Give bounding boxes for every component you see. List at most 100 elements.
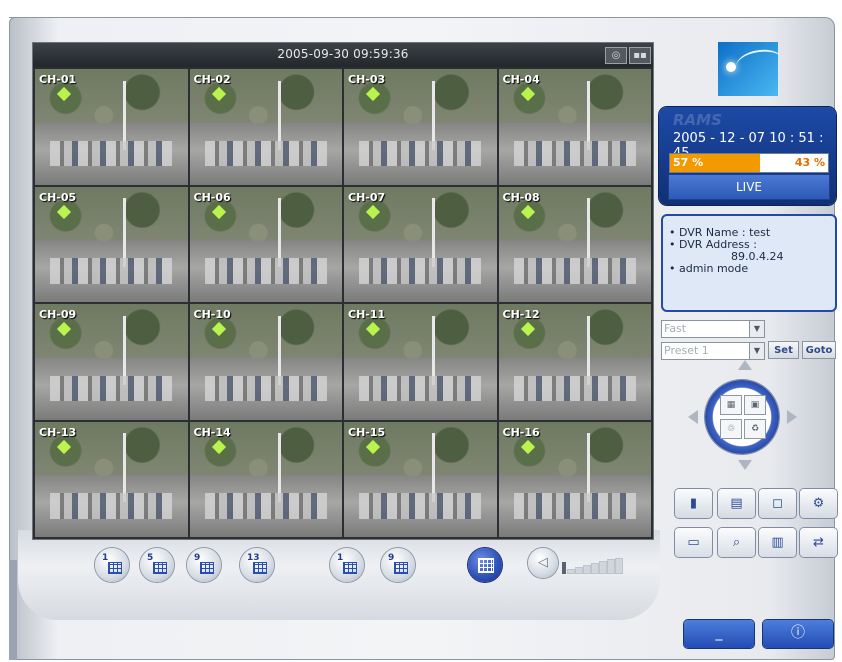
split-icon[interactable]: ▪▪ — [629, 47, 651, 64]
camera-marker-icon — [56, 86, 72, 102]
sequence-1-button[interactable]: 1 — [330, 548, 364, 582]
camera-cell[interactable]: CH-16 — [498, 421, 651, 537]
window-left-edge — [9, 560, 17, 660]
camera-marker-icon — [520, 204, 535, 219]
camera-icon[interactable]: ◎ — [605, 47, 627, 64]
camera-marker-icon — [520, 86, 535, 102]
ptz-dial: ▦ ▣ ♲ ♻ — [705, 380, 779, 454]
camera-cell[interactable]: CH-09 — [35, 304, 188, 420]
focus-near-icon[interactable]: ♲ — [720, 419, 742, 439]
channel-label: CH-16 — [502, 425, 540, 439]
ptz-right-icon[interactable] — [787, 410, 797, 424]
preset-select[interactable]: Preset 1 ▼ — [661, 342, 765, 360]
settings-icon[interactable]: ⚙ — [800, 489, 837, 518]
dvr-info-panel: • DVR Name : test • DVR Address : 89.0.4… — [661, 214, 837, 312]
export-icon[interactable]: ▤ — [718, 489, 755, 518]
watermark-text: RAMS — [673, 111, 722, 129]
network-icon[interactable]: ⇄ — [800, 528, 837, 557]
camera-cell[interactable]: CH-01 — [35, 69, 188, 185]
focus-far-icon[interactable]: ♻ — [744, 419, 766, 439]
split-13-button[interactable]: 13 — [240, 548, 274, 582]
camera-grid: CH-01 CH-02 CH-03 CH-04 CH-05 CH-06 CH-0… — [35, 69, 651, 537]
goto-button[interactable]: Goto — [802, 341, 836, 359]
zoom-out-icon[interactable]: ▣ — [744, 395, 766, 415]
sequence-9-button[interactable]: 9 — [381, 548, 415, 582]
split-9-button[interactable]: 9 — [187, 548, 221, 582]
channel-label: CH-12 — [502, 308, 540, 321]
playback-icon[interactable]: ▭ — [675, 528, 712, 557]
grid-icon — [394, 562, 408, 574]
status-panel: RAMS 2005 - 12 - 07 10 : 51 : 45 57 % 43… — [659, 107, 836, 205]
camera-marker-icon — [365, 204, 381, 219]
camera-marker-icon — [211, 321, 226, 337]
fullscreen-icon[interactable]: ◻ — [759, 489, 796, 518]
camera-cell[interactable]: CH-06 — [189, 186, 342, 302]
camera-cell[interactable]: CH-11 — [344, 304, 497, 420]
camera-marker-icon — [56, 439, 72, 454]
speed-value: Fast — [664, 322, 687, 335]
camera-marker-icon — [365, 439, 381, 454]
camera-marker-icon — [520, 439, 535, 454]
channel-label: CH-10 — [193, 308, 231, 321]
channel-label: CH-07 — [348, 190, 386, 204]
channel-label: CH-14 — [193, 425, 231, 439]
channel-label: CH-03 — [348, 73, 386, 86]
dvr-viewer-app: 2005-09-30 09:59:36 ◎ ▪▪ CH-01 CH-02 CH-… — [0, 0, 842, 662]
camera-cell[interactable]: CH-04 — [498, 69, 651, 185]
backup-icon[interactable]: ▥ — [759, 528, 796, 557]
camera-marker-icon — [211, 204, 226, 219]
camera-header: 2005-09-30 09:59:36 ◎ ▪▪ — [33, 43, 653, 67]
grid-icon — [153, 562, 167, 574]
live-button[interactable]: LIVE — [669, 175, 829, 199]
camera-datetime: 2005-09-30 09:59:36 — [277, 47, 409, 61]
camera-view: 2005-09-30 09:59:36 ◎ ▪▪ CH-01 CH-02 CH-… — [32, 42, 654, 540]
speed-select[interactable]: Fast ▼ — [661, 320, 765, 338]
volume-knob[interactable] — [562, 562, 566, 574]
window-top-edge — [9, 17, 99, 18]
grid-icon — [343, 562, 357, 574]
split-1-button[interactable]: 1 — [95, 548, 129, 582]
channel-label: CH-13 — [39, 425, 77, 439]
grid-16-icon — [478, 558, 494, 573]
channel-label: CH-02 — [193, 73, 231, 86]
camera-marker-icon — [365, 86, 381, 102]
channel-label: CH-04 — [502, 73, 540, 86]
chevron-down-icon: ▼ — [749, 321, 764, 337]
ptz-left-icon[interactable] — [688, 410, 698, 424]
camera-cell[interactable]: CH-10 — [189, 304, 342, 420]
camera-cell[interactable]: CH-03 — [344, 69, 497, 185]
zoom-in-icon[interactable]: ▦ — [720, 395, 742, 415]
split-5-button[interactable]: 5 — [140, 548, 174, 582]
ptz-down-icon[interactable] — [738, 460, 752, 470]
split-16-button[interactable] — [468, 548, 502, 582]
camera-marker-icon — [211, 86, 226, 102]
record-icon[interactable]: ▮ — [675, 489, 712, 518]
ptz-up-icon[interactable] — [738, 360, 752, 370]
camera-marker-icon — [56, 204, 72, 219]
channel-label: CH-15 — [348, 425, 386, 439]
channel-label: CH-08 — [502, 190, 540, 204]
minimize-button[interactable]: _ — [684, 620, 754, 648]
search-icon[interactable]: ⌕ — [718, 528, 755, 557]
camera-cell[interactable]: CH-12 — [498, 304, 651, 420]
camera-cell[interactable]: CH-08 — [498, 186, 651, 302]
power-button[interactable]: ⓘ — [763, 620, 833, 648]
camera-cell[interactable]: CH-14 — [189, 421, 342, 537]
disk-free-text: 43 % — [794, 156, 825, 169]
volume-slider[interactable] — [561, 558, 633, 574]
camera-marker-icon — [56, 321, 72, 337]
brand-logo — [718, 42, 778, 96]
disk-used-text: 57 % — [673, 156, 704, 169]
speaker-icon[interactable]: ◁ — [528, 548, 558, 578]
camera-cell[interactable]: CH-15 — [344, 421, 497, 537]
channel-label: CH-05 — [39, 190, 77, 204]
set-button[interactable]: Set — [768, 341, 799, 359]
channel-label: CH-06 — [193, 190, 231, 204]
camera-cell[interactable]: CH-05 — [35, 186, 188, 302]
camera-cell[interactable]: CH-02 — [189, 69, 342, 185]
admin-mode-line: • admin mode — [669, 262, 749, 275]
grid-icon — [108, 562, 122, 574]
camera-cell[interactable]: CH-13 — [35, 421, 188, 537]
channel-label: CH-01 — [39, 73, 77, 86]
camera-cell[interactable]: CH-07 — [344, 186, 497, 302]
